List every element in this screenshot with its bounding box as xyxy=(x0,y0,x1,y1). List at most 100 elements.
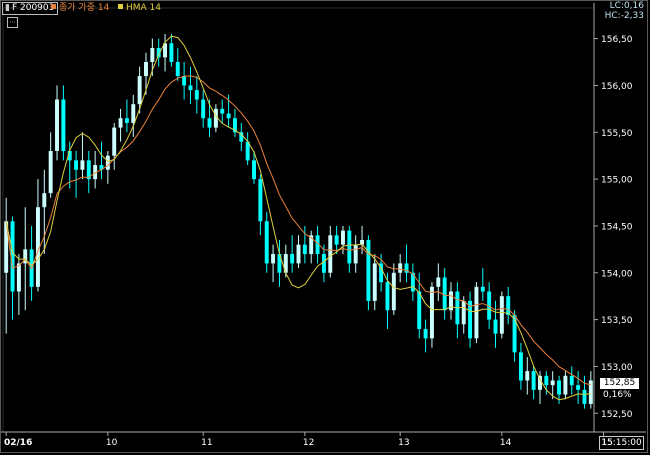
candle-body xyxy=(334,235,339,245)
candle-body xyxy=(480,286,485,292)
legend-hma-swatch xyxy=(118,4,123,9)
y-tick-label: 152,50 xyxy=(601,410,633,420)
candle-body xyxy=(302,244,307,255)
candle-body xyxy=(398,263,403,273)
candle-body xyxy=(569,375,574,386)
candle-body xyxy=(347,230,352,264)
candle-body xyxy=(499,296,504,334)
candle-body xyxy=(55,99,59,152)
candle-body xyxy=(512,314,517,353)
candle-body xyxy=(423,328,428,339)
axis-layer: 156,50 156,00 155,50 155,00 154,50 154,00 153,… xyxy=(1,3,646,448)
candle-body xyxy=(48,151,53,194)
x-tick-label: 13 xyxy=(398,438,409,448)
candlestick-chart[interactable]: 156,50 156,00 155,50 155,00 154,50 154,00 153,… xyxy=(0,0,650,455)
candle-body xyxy=(271,254,276,264)
candle-body xyxy=(417,291,422,329)
candle-body xyxy=(518,352,523,381)
legend-wma[interactable]: 종가 가중 14 xyxy=(51,2,109,14)
candle-body xyxy=(353,244,358,264)
candle-body xyxy=(16,263,21,292)
tool-icon[interactable]: ⋯ xyxy=(7,17,18,28)
candle-body xyxy=(124,118,129,123)
candle-body xyxy=(252,160,256,180)
candle-body xyxy=(366,239,371,301)
price-change-pct: 0,16% xyxy=(603,390,632,400)
plot-area xyxy=(2,7,595,433)
candle-body xyxy=(74,160,79,170)
candle-body xyxy=(112,127,117,156)
candle-body xyxy=(442,277,447,311)
candle-body xyxy=(493,319,498,334)
candle-body xyxy=(61,99,66,152)
x-tick-label: 12 xyxy=(303,438,314,448)
legend-hma[interactable]: HMA 14 xyxy=(118,2,161,14)
legend-wma-label: 종가 가중 14 xyxy=(59,3,110,13)
candle-body xyxy=(150,47,155,63)
candle-body xyxy=(372,263,377,301)
candle-body xyxy=(42,193,47,208)
candle-body xyxy=(582,389,587,404)
candle-body xyxy=(474,286,479,339)
candle-body xyxy=(169,43,174,63)
candle-body xyxy=(385,282,390,311)
candle-body xyxy=(429,286,434,339)
candle-body xyxy=(182,76,187,86)
y-tick-label: 155,00 xyxy=(601,176,633,186)
candle-body xyxy=(557,380,562,395)
menu-icon: ▮ xyxy=(5,3,10,13)
indicator-lines xyxy=(5,35,591,401)
symbol-label: F 200903 xyxy=(11,3,55,13)
symbol-box[interactable]: ▮ F 200903 xyxy=(2,2,59,15)
candle-body xyxy=(131,104,136,123)
legend-hma-label: HMA 14 xyxy=(126,3,162,13)
candle-body xyxy=(290,254,295,264)
legend-wma-swatch xyxy=(51,4,56,9)
y-tick-label: 154,50 xyxy=(601,222,633,232)
y-tick-label: 153,50 xyxy=(601,316,633,326)
candle-body xyxy=(525,371,530,381)
candle-body xyxy=(328,235,333,273)
candle-body xyxy=(506,296,511,315)
x-tick-label: 11 xyxy=(201,438,212,448)
candle-body xyxy=(207,118,212,128)
x-tick-label: 10 xyxy=(106,438,118,448)
candle-body xyxy=(258,179,263,222)
candle-body xyxy=(576,385,581,390)
current-price-tag: 152,85 xyxy=(600,378,639,389)
time-label: 15:15:00 xyxy=(599,436,644,450)
y-tick-label: 154,00 xyxy=(601,269,633,279)
hma-line xyxy=(5,35,591,401)
candle-body xyxy=(296,244,301,264)
hc-value: HC:-2,33 xyxy=(604,11,644,21)
lc-value: LC:0,16 xyxy=(609,1,644,11)
candle-body xyxy=(226,113,231,119)
candle-body xyxy=(137,76,142,105)
candle-body xyxy=(563,375,568,395)
candle-body xyxy=(341,230,345,245)
candle-body xyxy=(105,155,110,170)
candle-layer xyxy=(4,33,593,409)
wma-line xyxy=(5,75,591,386)
y-tick-label: 156,00 xyxy=(601,82,633,92)
candle-body xyxy=(264,221,269,264)
candle-body xyxy=(188,85,193,91)
candle-body xyxy=(391,272,396,311)
candle-body xyxy=(175,62,180,77)
candle-body xyxy=(544,375,549,386)
x-tick-label: 02/16 xyxy=(4,438,32,448)
candle-body xyxy=(436,277,441,287)
candle-body xyxy=(321,254,326,273)
candle-body xyxy=(538,375,542,390)
x-tick-label: 14 xyxy=(500,438,512,448)
candle-body xyxy=(461,300,466,325)
candle-body xyxy=(550,380,555,386)
y-tick-label: 155,50 xyxy=(601,129,633,139)
candle-body xyxy=(201,99,206,119)
lc-hc-readout: LC:0,16 HC:-2,33 xyxy=(605,1,644,21)
candle-body xyxy=(194,90,199,100)
candle-body xyxy=(144,62,148,77)
candle-body xyxy=(80,160,85,170)
candle-body xyxy=(118,118,123,128)
candle-body xyxy=(531,371,536,390)
